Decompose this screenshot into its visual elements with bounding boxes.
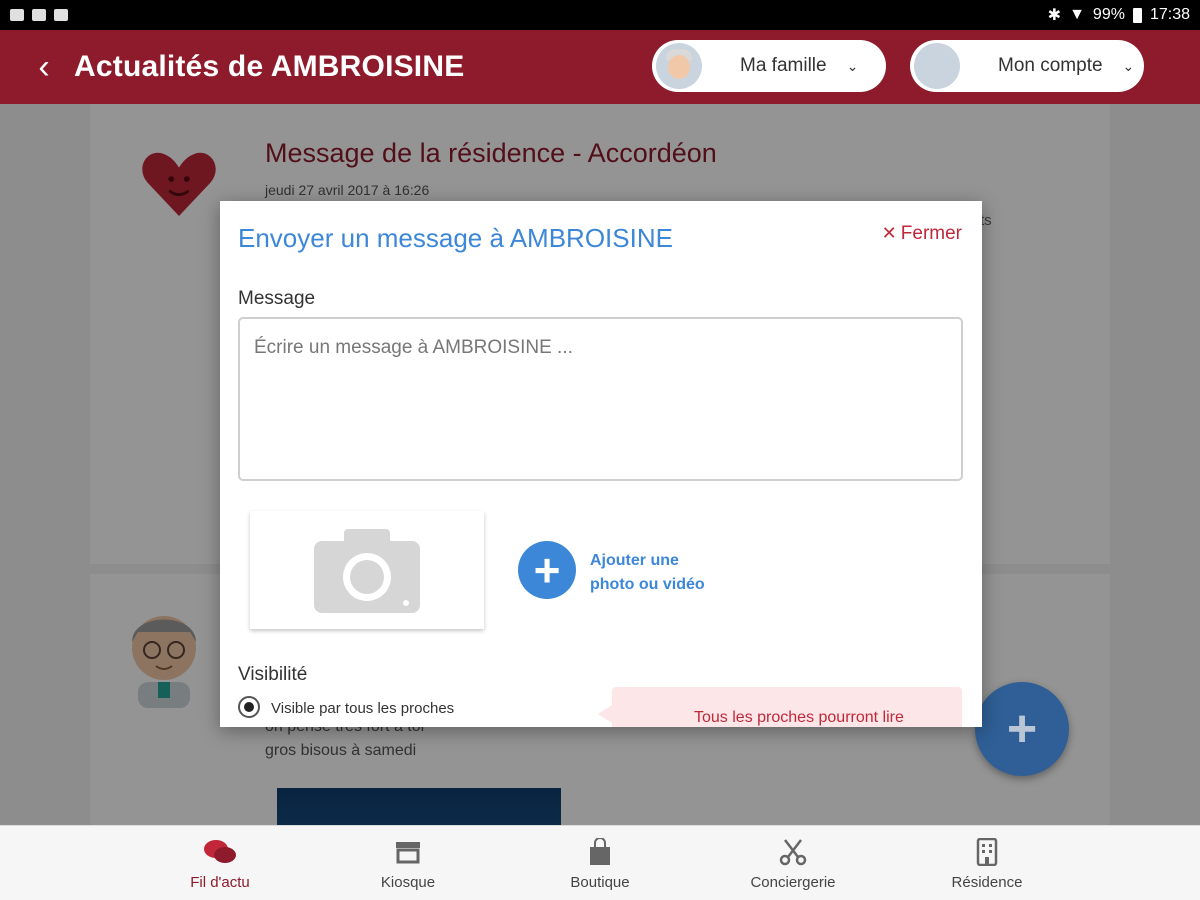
add-post-button[interactable]: + <box>975 682 1069 776</box>
chevron-down-icon: ⌄ <box>1122 57 1135 74</box>
message-input[interactable] <box>238 317 963 481</box>
nav-label: Kiosque <box>380 874 436 891</box>
photo-icon <box>54 9 68 21</box>
visibility-hint-text: Tous les proches pourront lire <box>694 709 904 726</box>
nav-item-fil-actu[interactable]: Fil d'actu <box>145 826 295 900</box>
close-icon: ✕ <box>881 223 897 243</box>
battery-icon <box>1132 7 1142 23</box>
family-selector-label: Ma famille <box>740 55 827 76</box>
account-selector-label: Mon compte <box>998 55 1103 76</box>
wifi-icon: ▼ <box>1069 6 1085 23</box>
account-selector[interactable]: Mon compte ⌄ <box>910 40 1144 92</box>
bluetooth-icon: ✱ <box>1047 7 1062 24</box>
account-avatar <box>914 43 960 89</box>
flag-icon <box>32 9 46 21</box>
visibility-option-label[interactable]: Visible par tous les proches <box>271 700 454 717</box>
plus-icon: + <box>533 544 561 596</box>
chat-bubbles-icon <box>203 838 237 866</box>
family-avatar <box>656 43 702 89</box>
add-media-link[interactable]: Ajouter une photo ou vidéo <box>590 549 750 597</box>
nav-item-kiosque[interactable]: Kiosque <box>333 826 483 900</box>
shopping-bag-icon <box>588 838 612 866</box>
chevron-down-icon: ⌄ <box>846 57 859 74</box>
store-icon <box>394 838 422 866</box>
plus-icon: + <box>1006 700 1038 758</box>
media-preview[interactable] <box>250 511 484 629</box>
building-icon <box>976 838 998 866</box>
visibility-hint: Tous les proches pourront lire <box>598 687 962 727</box>
dialog-title: Envoyer un message à AMBROISINE <box>238 223 673 253</box>
camera-icon <box>314 529 420 613</box>
clock: 17:38 <box>1149 6 1190 23</box>
add-media-label: Ajouter une <box>590 552 679 569</box>
visibility-radio[interactable] <box>238 696 260 718</box>
close-button[interactable]: ✕ Fermer <box>882 223 962 245</box>
visibility-label: Visibilité <box>238 664 308 685</box>
gallery-icon <box>10 9 24 21</box>
close-label: Fermer <box>900 223 962 244</box>
nav-item-boutique[interactable]: Boutique <box>525 826 675 900</box>
system-icons: ✱ ▼ 99% 17:38 <box>1048 5 1190 25</box>
scissors-icon <box>779 838 807 866</box>
send-message-dialog: Envoyer un message à AMBROISINE ✕ Fermer … <box>220 201 982 727</box>
nav-label: Boutique <box>570 874 630 891</box>
back-arrow-icon[interactable]: ‹ <box>14 50 74 84</box>
nav-label: Conciergerie <box>750 874 836 891</box>
family-selector[interactable]: Ma famille ⌄ <box>652 40 886 92</box>
add-media-label: photo ou vidéo <box>590 576 705 593</box>
battery-level: 99% <box>1092 6 1125 23</box>
message-label: Message <box>238 288 316 309</box>
nav-label: Fil d'actu <box>190 874 250 891</box>
nav-item-residence[interactable]: Résidence <box>912 826 1062 900</box>
add-media-button[interactable]: + <box>518 541 576 599</box>
status-bar: ✱ ▼ 99% 17:38 <box>0 0 1200 30</box>
nav-label: Résidence <box>951 874 1023 891</box>
bottom-navigation: Fil d'actu Kiosque Boutique Conciergerie… <box>0 825 1200 900</box>
page-title: Actualités de AMBROISINE <box>74 50 465 83</box>
app-bar: ‹ Actualités de AMBROISINE Ma famille ⌄ … <box>0 30 1200 104</box>
nav-item-conciergerie[interactable]: Conciergerie <box>718 826 868 900</box>
notification-icons <box>10 9 68 21</box>
